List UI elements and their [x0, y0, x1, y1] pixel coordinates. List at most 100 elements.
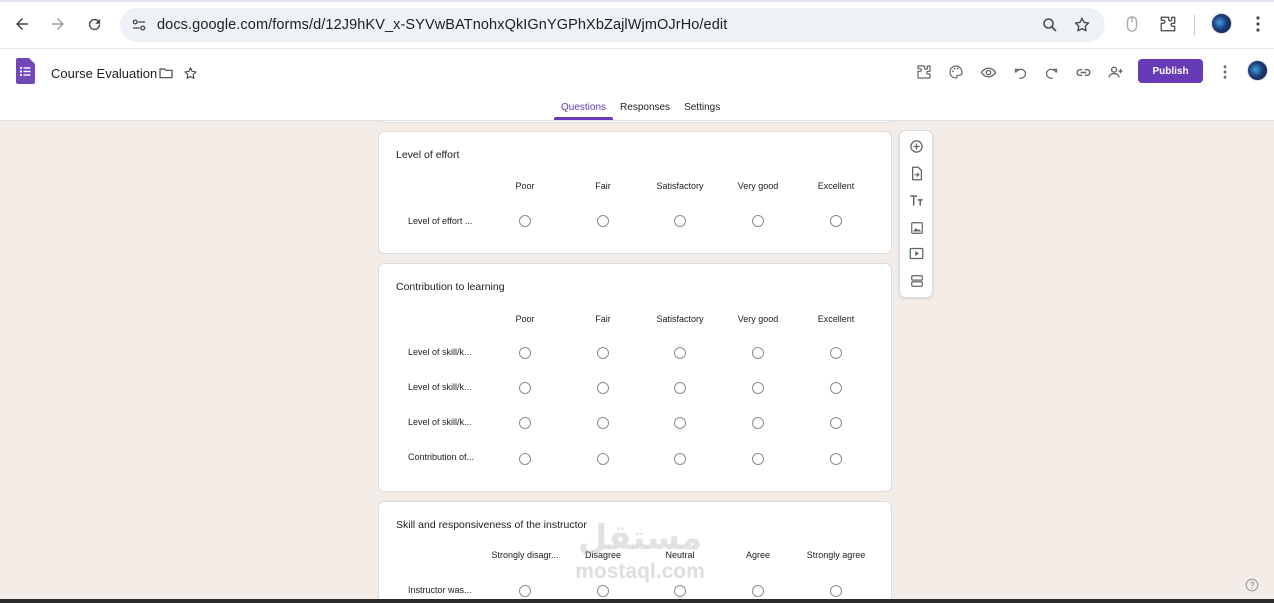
help-icon[interactable] — [1245, 578, 1259, 592]
star-icon[interactable] — [179, 62, 201, 84]
address-bar[interactable]: docs.google.com/forms/d/12J9hKV_x-SYVwBA… — [120, 8, 1105, 42]
add-title-icon[interactable] — [908, 192, 925, 209]
column-header: Very good — [737, 314, 779, 324]
forms-header: Course Evaluation Publish Questions Resp… — [0, 49, 1274, 121]
add-collaborator-icon[interactable] — [1104, 61, 1126, 83]
grid-radio[interactable] — [674, 585, 686, 597]
row-label: Level of skill/k... — [408, 347, 472, 357]
grid-radio[interactable] — [597, 347, 609, 359]
row-label: Level of effort ... — [408, 216, 473, 226]
column-header: Satisfactory — [656, 314, 704, 324]
grid-radio[interactable] — [519, 585, 531, 597]
link-icon[interactable] — [1072, 61, 1094, 83]
question-card[interactable]: Level of effort Poor Fair Satisfactory V… — [378, 131, 892, 254]
palette-icon[interactable] — [945, 61, 967, 83]
grid-radio[interactable] — [519, 382, 531, 394]
grid-radio[interactable] — [597, 382, 609, 394]
tab-questions[interactable]: Questions — [554, 99, 614, 120]
grid-radio[interactable] — [830, 347, 842, 359]
question-title[interactable]: Contribution to learning — [396, 281, 505, 293]
grid-radio[interactable] — [752, 417, 764, 429]
grid-radio[interactable] — [674, 215, 686, 227]
grid-radio[interactable] — [597, 585, 609, 597]
forward-arrow-icon[interactable] — [45, 11, 71, 37]
column-header: Satisfactory — [656, 181, 704, 191]
reload-icon[interactable] — [81, 11, 107, 37]
profile-avatar[interactable] — [1211, 13, 1232, 34]
grid-radio[interactable] — [752, 347, 764, 359]
column-header: Very good — [737, 181, 779, 191]
column-header: Disagree — [584, 550, 622, 560]
redo-icon[interactable] — [1040, 61, 1062, 83]
grid-radio[interactable] — [830, 453, 842, 465]
grid-radio[interactable] — [830, 215, 842, 227]
grid-radio[interactable] — [597, 215, 609, 227]
grid-radio[interactable] — [752, 382, 764, 394]
grid-radio[interactable] — [752, 453, 764, 465]
form-tabs: Questions Responses Settings — [554, 99, 727, 120]
row-label: Contribution of... — [408, 452, 475, 462]
column-header: Fair — [595, 181, 611, 191]
bookmark-star-icon[interactable] — [1073, 16, 1091, 34]
undo-icon[interactable] — [1009, 61, 1031, 83]
form-title[interactable]: Course Evaluation — [51, 66, 157, 81]
column-header: Agree — [745, 550, 771, 560]
add-question-icon[interactable] — [908, 138, 925, 155]
form-editor-canvas: Level of effort Poor Fair Satisfactory V… — [0, 121, 1274, 603]
tab-settings[interactable]: Settings — [677, 99, 727, 119]
zoom-icon[interactable] — [1041, 16, 1059, 34]
back-arrow-icon[interactable] — [9, 11, 35, 37]
add-video-icon[interactable] — [908, 245, 925, 262]
toolbar-divider — [1194, 15, 1195, 35]
question-card[interactable]: Skill and responsiveness of the instruct… — [378, 501, 892, 603]
google-forms-logo[interactable] — [16, 58, 35, 84]
row-label: Level of skill/k... — [408, 417, 472, 427]
mouse-icon[interactable] — [1121, 13, 1143, 35]
browser-toolbar: docs.google.com/forms/d/12J9hKV_x-SYVwBA… — [0, 0, 1274, 49]
screen-bottom-edge — [0, 599, 1274, 603]
folder-icon[interactable] — [155, 62, 177, 84]
add-ons-icon[interactable] — [913, 61, 935, 83]
grid-radio[interactable] — [519, 417, 531, 429]
add-section-icon[interactable] — [908, 272, 925, 289]
add-image-icon[interactable] — [908, 219, 925, 236]
grid-radio[interactable] — [830, 585, 842, 597]
grid-radio[interactable] — [674, 382, 686, 394]
preview-eye-icon[interactable] — [977, 61, 999, 83]
previous-card-bottom — [378, 121, 892, 123]
grid-radio[interactable] — [674, 417, 686, 429]
column-header: Strongly agree — [806, 550, 866, 560]
grid-radio[interactable] — [752, 585, 764, 597]
question-card[interactable]: Contribution to learning Poor Fair Satis… — [378, 263, 892, 492]
row-label: Instructor was... — [408, 585, 472, 595]
column-header: Poor — [515, 181, 535, 191]
grid-radio[interactable] — [519, 347, 531, 359]
grid-radio[interactable] — [519, 453, 531, 465]
tab-strip-edge — [0, 0, 1274, 2]
kebab-menu-icon[interactable] — [1247, 13, 1269, 35]
grid-radio[interactable] — [830, 382, 842, 394]
grid-radio[interactable] — [519, 215, 531, 227]
question-toolbar — [899, 130, 933, 298]
extensions-icon[interactable] — [1157, 13, 1179, 35]
grid-radio[interactable] — [597, 417, 609, 429]
url-text[interactable]: docs.google.com/forms/d/12J9hKV_x-SYVwBA… — [157, 17, 727, 33]
column-header: Excellent — [817, 314, 855, 324]
account-avatar[interactable] — [1247, 60, 1268, 81]
grid-radio[interactable] — [752, 215, 764, 227]
column-header: Excellent — [817, 181, 855, 191]
column-header: Strongly disagr... — [491, 550, 559, 560]
question-title[interactable]: Level of effort — [396, 149, 459, 161]
site-settings-icon[interactable] — [130, 16, 148, 34]
column-header: Fair — [595, 314, 611, 324]
publish-button[interactable]: Publish — [1138, 59, 1203, 83]
grid-radio[interactable] — [674, 453, 686, 465]
column-header: Neutral — [665, 550, 695, 560]
more-vert-icon[interactable] — [1214, 61, 1236, 83]
tab-responses[interactable]: Responses — [613, 99, 677, 119]
grid-radio[interactable] — [830, 417, 842, 429]
question-title[interactable]: Skill and responsiveness of the instruct… — [396, 519, 587, 531]
grid-radio[interactable] — [597, 453, 609, 465]
grid-radio[interactable] — [674, 347, 686, 359]
import-questions-icon[interactable] — [908, 165, 925, 182]
